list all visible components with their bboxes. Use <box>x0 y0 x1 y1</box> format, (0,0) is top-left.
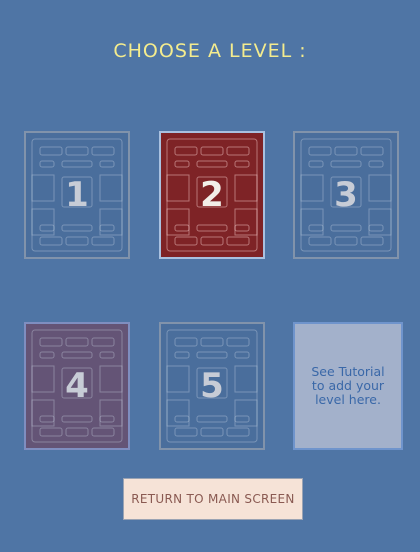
tutorial-tile[interactable]: See Tutorial to add your level here. <box>293 322 403 450</box>
level-number: 5 <box>200 366 224 406</box>
return-to-main-button[interactable]: RETURN TO MAIN SCREEN <box>123 478 303 520</box>
level-number: 2 <box>200 175 224 215</box>
page-title: CHOOSE A LEVEL : <box>113 40 307 62</box>
level-tile-3[interactable]: 3 <box>293 131 399 259</box>
level-tile-1[interactable]: 1 <box>24 131 130 259</box>
level-tile-4[interactable]: 4 <box>24 322 130 450</box>
level-tile-2[interactable]: 2 <box>159 131 265 259</box>
level-number: 3 <box>334 175 358 215</box>
level-number: 4 <box>65 366 89 406</box>
level-tile-5[interactable]: 5 <box>159 322 265 450</box>
level-number: 1 <box>65 175 89 215</box>
tutorial-text: See Tutorial to add your level here. <box>311 364 385 407</box>
